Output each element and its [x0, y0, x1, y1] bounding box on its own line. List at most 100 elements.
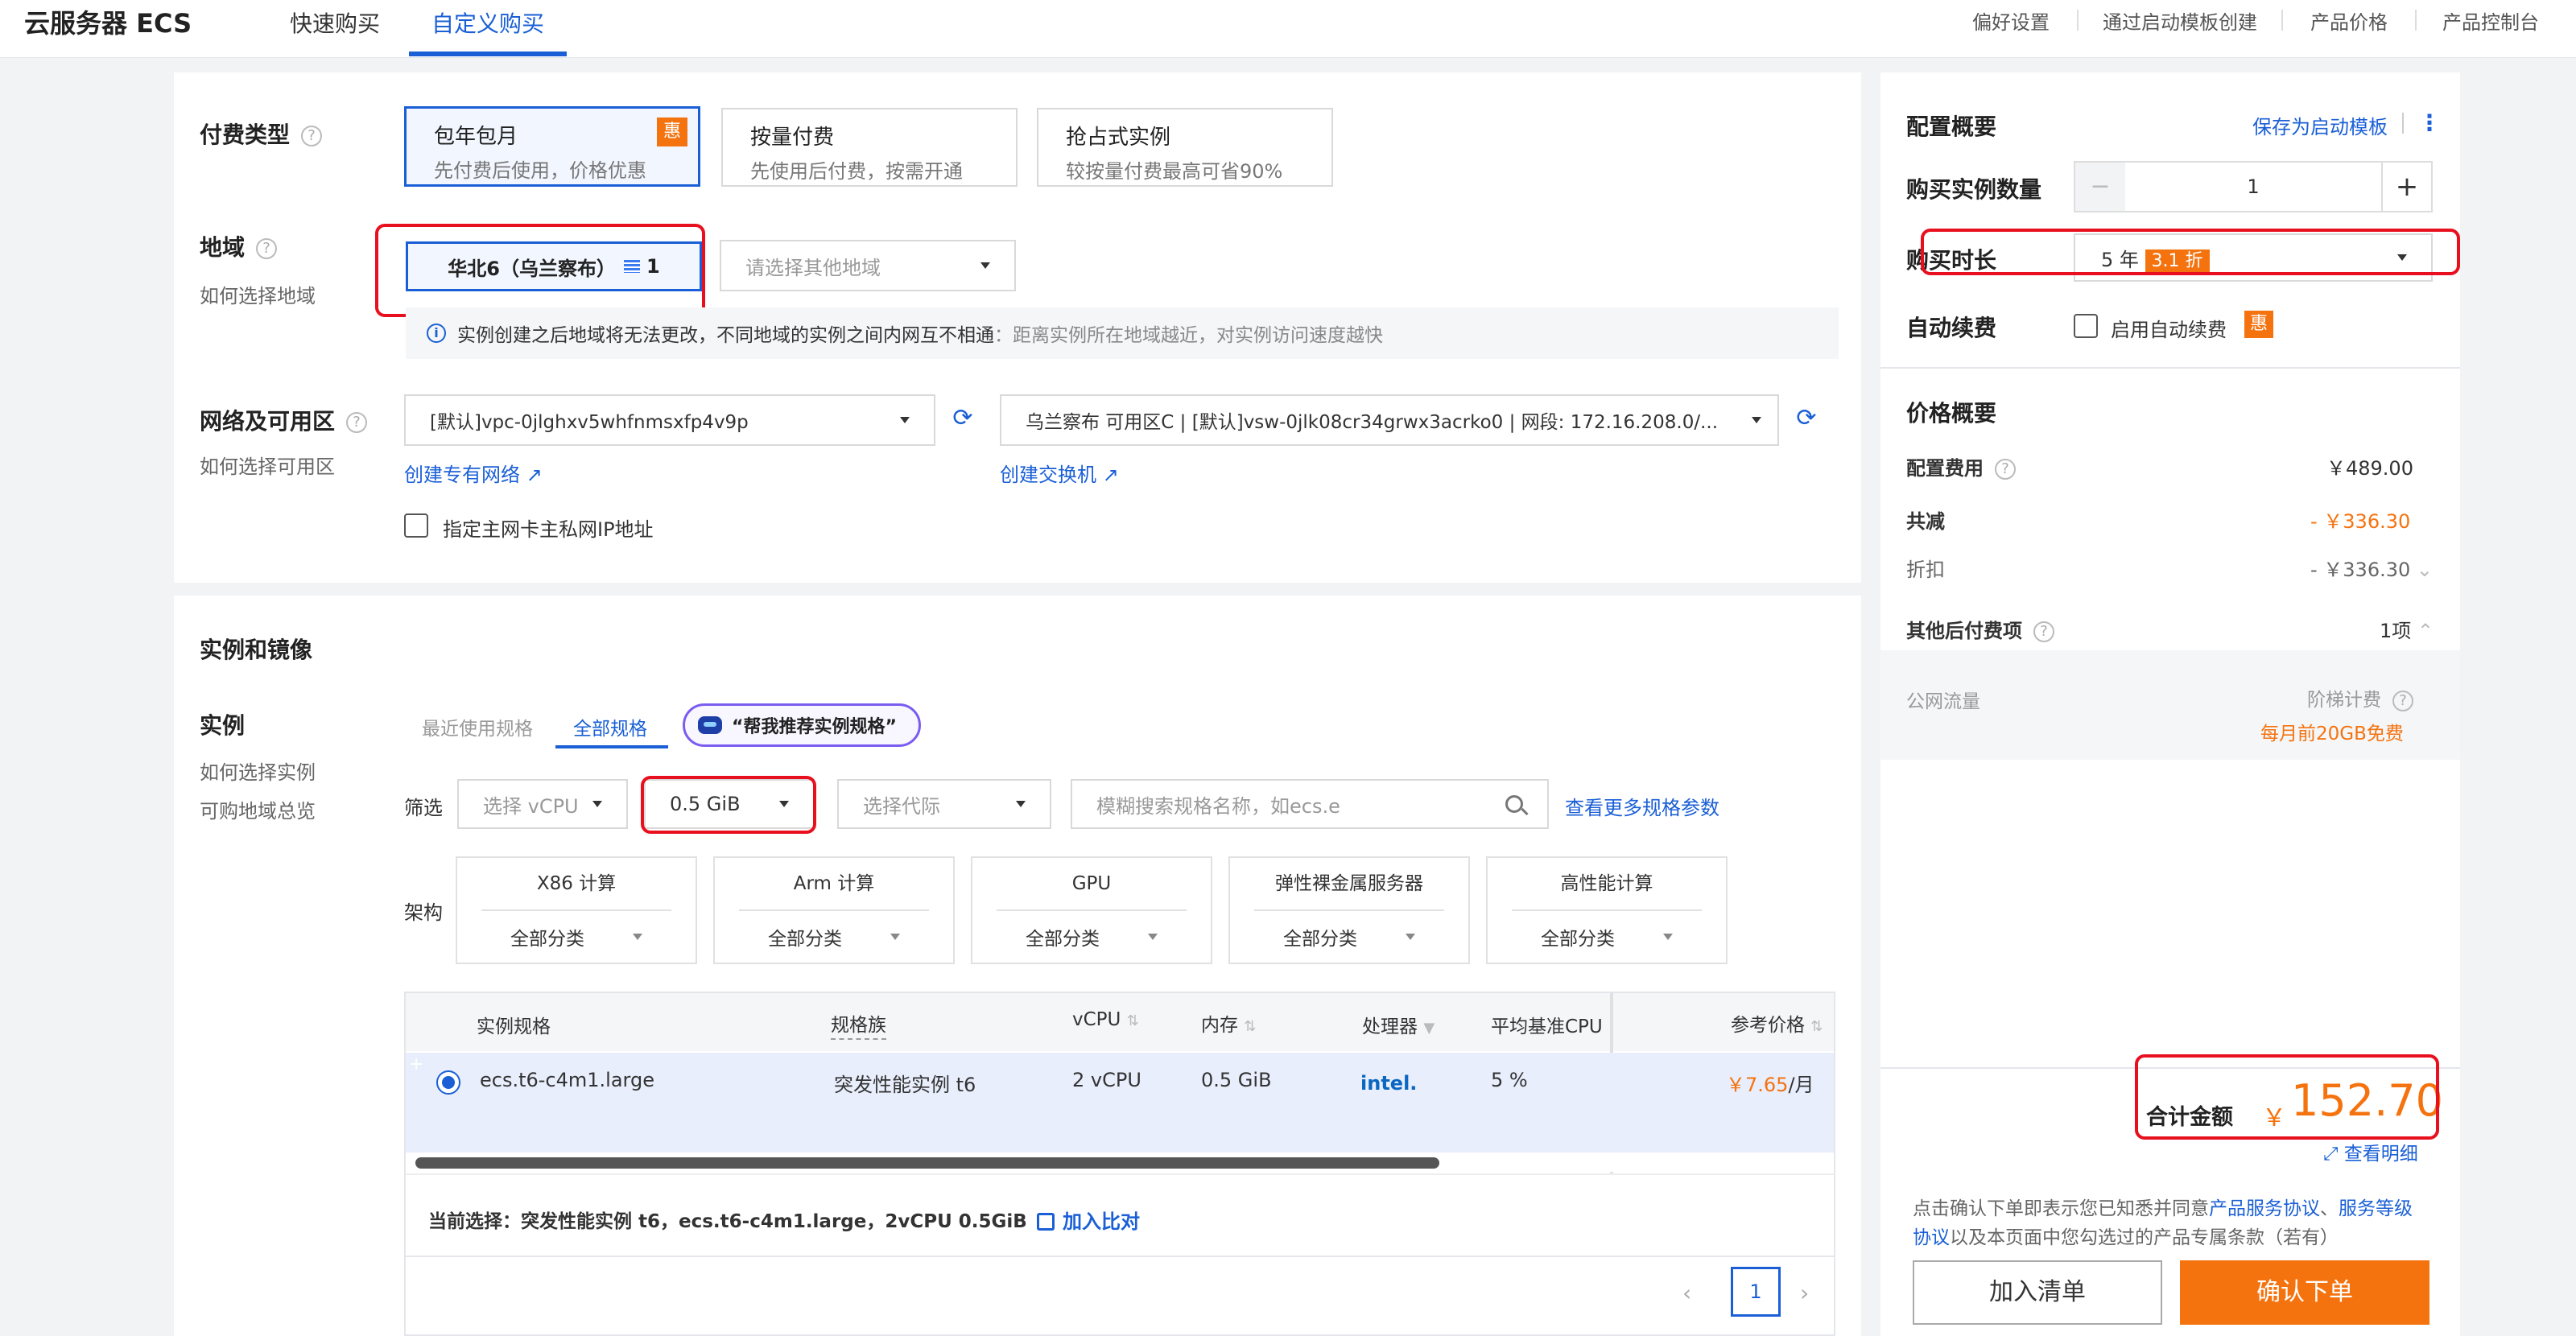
- arch-gpu[interactable]: GPU 全部分类: [971, 856, 1212, 964]
- tab-custom-buy[interactable]: 自定义购买: [431, 6, 544, 39]
- plus-icon: +: [409, 1054, 424, 1074]
- autorenew-checkbox[interactable]: [2074, 314, 2098, 338]
- table-row[interactable]: [406, 1053, 1834, 1153]
- refresh-icon[interactable]: ⟳: [947, 402, 979, 435]
- billing-option-pay-as-you-go[interactable]: 按量付费 先使用后付费，按需开通: [721, 108, 1018, 187]
- tab-recent-specs[interactable]: 最近使用规格: [422, 713, 533, 740]
- other-region-select[interactable]: 请选择其他地域: [720, 240, 1016, 291]
- other-fee-value[interactable]: 1项 ⌃: [2380, 615, 2434, 643]
- intel-logo-icon: intel.: [1360, 1072, 1418, 1095]
- page-number[interactable]: 1: [1731, 1267, 1781, 1317]
- help-icon[interactable]: ?: [2392, 690, 2413, 711]
- option-title: 抢占式实例: [1066, 126, 1171, 150]
- instance-help-link[interactable]: 如何选择实例: [200, 757, 316, 785]
- add-compare-link[interactable]: 加入比对: [1037, 1206, 1140, 1234]
- autorenew-checkbox-label: 启用自动续费: [2111, 319, 2227, 341]
- chevron-up-icon: ⌃: [2417, 620, 2434, 642]
- col-header-processor[interactable]: 处理器 ▼: [1362, 1011, 1435, 1038]
- select-value: 全部分类: [768, 929, 842, 950]
- link-preferences[interactable]: 偏好设置: [1972, 6, 2050, 35]
- select-placeholder: 请选择其他地域: [745, 256, 881, 279]
- current-selection-text: 当前选择：突发性能实例 t6，ecs.t6-c4m1.large，2vCPU 0…: [428, 1211, 1027, 1232]
- minus-icon[interactable]: −: [2075, 163, 2125, 211]
- billing-type-label: 付费类型?: [200, 118, 323, 150]
- highlight-total: [2135, 1054, 2439, 1140]
- row-radio[interactable]: [436, 1070, 460, 1095]
- billing-option-subscription[interactable]: 包年包月 先付费后使用，价格优惠: [404, 106, 700, 187]
- arch-hpc[interactable]: 高性能计算 全部分类: [1486, 856, 1728, 964]
- zone-help-link[interactable]: 如何选择可用区: [200, 451, 335, 479]
- confirm-order-button[interactable]: 确认下单: [2180, 1260, 2429, 1325]
- col-header-memory[interactable]: 内存 ⇅: [1201, 1009, 1256, 1037]
- link-create-from-template[interactable]: 通过启动模板创建: [2103, 6, 2257, 35]
- arch-name: 弹性裸金属服务器: [1275, 873, 1423, 894]
- next-page-icon[interactable]: ›: [1800, 1280, 1809, 1306]
- horizontal-scrollbar-thumb[interactable]: [415, 1157, 1439, 1169]
- input-placeholder: 模糊搜索规格名称，如ecs.e: [1096, 794, 1340, 818]
- more-icon[interactable]: ⋮: [2418, 109, 2441, 136]
- tab-all-specs[interactable]: 全部规格: [573, 713, 647, 740]
- private-ip-checkbox[interactable]: [404, 513, 428, 538]
- traffic-billing: 阶梯计费?: [2307, 684, 2413, 711]
- refresh-icon[interactable]: ⟳: [1790, 402, 1823, 435]
- external-link-icon: ↗: [1102, 464, 1119, 486]
- billing-option-preemptible[interactable]: 抢占式实例 较按量付费最高可省90%: [1037, 108, 1333, 187]
- chevron-down-icon: [980, 262, 990, 269]
- add-to-list-button[interactable]: 加入清单: [1913, 1260, 2162, 1325]
- arch-category-select[interactable]: 全部分类: [715, 911, 953, 963]
- region-help-link[interactable]: 如何选择地域: [200, 280, 316, 308]
- vpc-select[interactable]: [默认]vpc-0jlghxv5whfnmsxfp4v9p: [404, 394, 935, 446]
- chevron-down-icon: [633, 934, 642, 940]
- view-details-link[interactable]: ⤢ 查看明细: [2323, 1138, 2418, 1165]
- chevron-down-icon: ⌄: [2416, 559, 2434, 581]
- col-header-spec: 实例规格: [477, 1016, 551, 1037]
- col-header-price[interactable]: 参考价格 ⇅: [1731, 1009, 1823, 1037]
- robot-icon: [698, 716, 722, 734]
- discount-value[interactable]: - ￥336.30 ⌄: [2310, 554, 2433, 582]
- agreement-text: 点击确认下单即表示您已知悉并同意产品服务协议、服务等级协议以及本页面中您勾选过的…: [1913, 1198, 2413, 1248]
- service-agreement-link[interactable]: 产品服务协议: [2209, 1198, 2320, 1219]
- region-overview-link[interactable]: 可购地域总览: [200, 795, 316, 823]
- generation-select[interactable]: 选择代际: [837, 779, 1051, 829]
- create-vswitch-link[interactable]: 创建交换机 ↗: [1000, 459, 1119, 487]
- more-params-link[interactable]: 查看更多规格参数: [1565, 792, 1719, 820]
- create-vpc-link[interactable]: 创建专有网络 ↗: [404, 459, 543, 487]
- col-header-vcpu[interactable]: vCPU ⇅: [1072, 1009, 1139, 1030]
- qty-stepper[interactable]: − 1 +: [2074, 161, 2433, 212]
- arch-x86[interactable]: X86 计算 全部分类: [456, 856, 697, 964]
- help-icon[interactable]: ?: [256, 238, 278, 259]
- arch-category-select[interactable]: 全部分类: [1230, 911, 1468, 963]
- network-label: 网络及可用区?: [200, 404, 368, 436]
- chevron-down-icon: [1752, 417, 1761, 423]
- link-console[interactable]: 产品控制台: [2442, 6, 2539, 35]
- chevron-down-icon: [890, 934, 900, 940]
- discount-badge: 惠: [657, 118, 687, 146]
- arch-bare-metal[interactable]: 弹性裸金属服务器 全部分类: [1228, 856, 1470, 964]
- col-header-family[interactable]: 规格族: [831, 1009, 886, 1040]
- ai-recommend-button[interactable]: “帮我推荐实例规格”: [683, 703, 921, 747]
- save-template-link[interactable]: 保存为启动模板: [2252, 111, 2388, 139]
- help-icon[interactable]: ?: [301, 126, 323, 146]
- highlight-duration: [1921, 229, 2460, 275]
- help-icon[interactable]: ?: [1995, 459, 2016, 480]
- vcpu-select[interactable]: 选择 vCPU: [457, 779, 628, 829]
- arch-category-select[interactable]: 全部分类: [1488, 911, 1726, 963]
- total-discount-label: 共减: [1906, 510, 1945, 533]
- plus-icon[interactable]: +: [2381, 163, 2431, 211]
- qty-value[interactable]: 1: [2125, 163, 2381, 211]
- vswitch-select[interactable]: 乌兰察布 可用区C | [默认]vsw-0jlk08cr34grwx3acrko…: [1000, 394, 1779, 446]
- link-product-price[interactable]: 产品价格: [2310, 6, 2388, 35]
- help-icon[interactable]: ?: [346, 412, 368, 433]
- external-link-icon: ↗: [526, 464, 543, 486]
- tab-quick-buy[interactable]: 快速购买: [290, 6, 380, 39]
- prev-page-icon[interactable]: ‹: [1682, 1280, 1691, 1306]
- traffic-free: 每月前20GB免费: [2260, 724, 2404, 744]
- info-icon: i: [427, 324, 446, 343]
- arch-arm[interactable]: Arm 计算 全部分类: [713, 856, 955, 964]
- arch-category-select[interactable]: 全部分类: [972, 911, 1211, 963]
- chevron-down-icon: [1406, 934, 1415, 940]
- spec-search-input[interactable]: 模糊搜索规格名称，如ecs.e: [1071, 779, 1549, 829]
- help-icon[interactable]: ?: [2033, 621, 2054, 642]
- cell-vcpu: 2 vCPU: [1072, 1069, 1141, 1091]
- arch-category-select[interactable]: 全部分类: [457, 911, 696, 963]
